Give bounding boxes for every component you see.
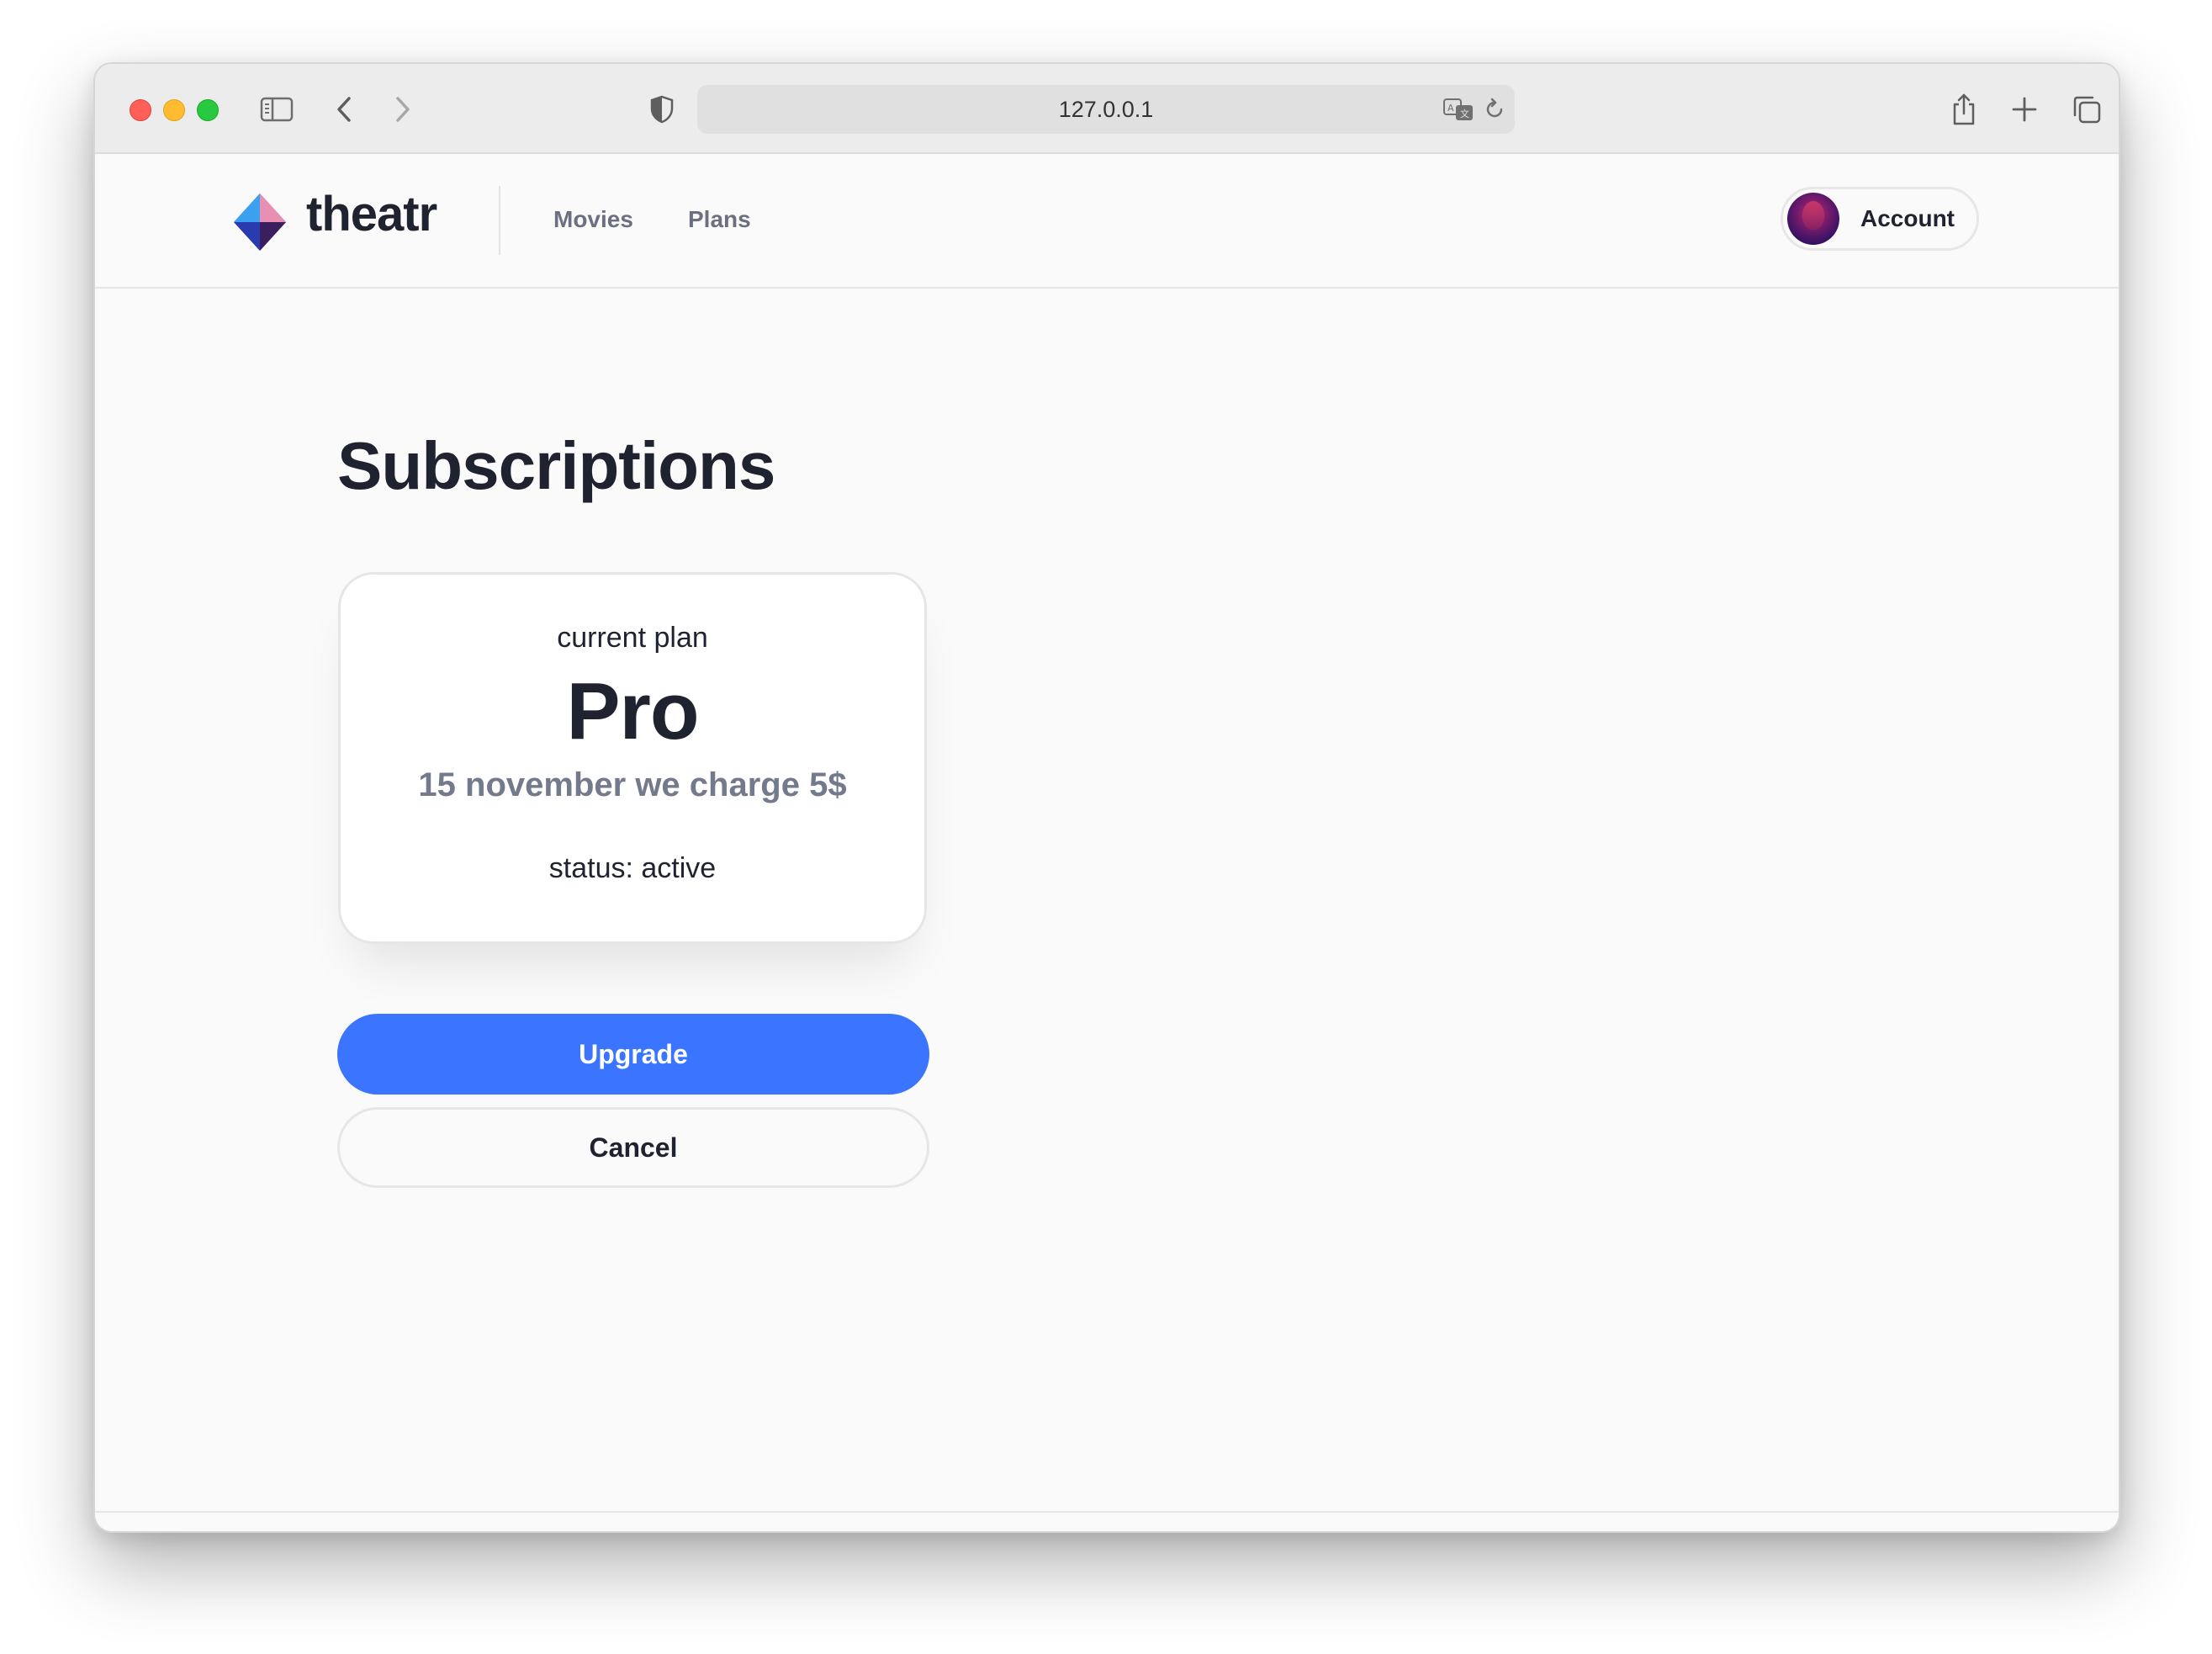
plan-charge-text: 15 november we charge 5$ — [418, 766, 847, 803]
nav-plans-link[interactable]: Plans — [688, 206, 751, 233]
shield-icon[interactable] — [643, 91, 680, 128]
page-title: Subscriptions — [337, 428, 775, 503]
minimize-window-button[interactable] — [163, 99, 185, 121]
footer-divider — [95, 1511, 2119, 1513]
zoom-window-button[interactable] — [197, 99, 219, 121]
share-icon[interactable] — [1945, 91, 1982, 128]
theatr-logo-icon[interactable] — [232, 192, 288, 252]
back-chevron-icon[interactable] — [325, 91, 362, 128]
browser-window: 127.0.0.1 A 文 theatr Movies Plans Accoun… — [93, 62, 2120, 1533]
account-button[interactable]: Account — [1781, 187, 1979, 251]
plan-name: Pro — [566, 666, 699, 756]
plan-caption: current plan — [557, 622, 708, 654]
address-bar[interactable]: 127.0.0.1 A 文 — [697, 85, 1515, 134]
avatar-face — [1802, 201, 1824, 230]
reload-icon[interactable] — [1476, 91, 1513, 128]
forward-chevron-icon[interactable] — [384, 91, 421, 128]
upgrade-button[interactable]: Upgrade — [337, 1014, 929, 1095]
current-plan-card: current plan Pro 15 november we charge 5… — [338, 572, 927, 944]
tabs-overview-icon[interactable] — [2068, 91, 2105, 128]
svg-text:文: 文 — [1460, 108, 1469, 119]
plan-status: status: active — [548, 852, 717, 884]
close-window-button[interactable] — [130, 99, 151, 121]
avatar — [1787, 193, 1839, 245]
brand-name[interactable]: theatr — [306, 186, 437, 242]
nav-divider — [499, 186, 500, 255]
account-label: Account — [1860, 205, 1955, 231]
site-header: theatr Movies Plans Account — [95, 154, 2119, 289]
url-text: 127.0.0.1 — [1058, 97, 1154, 122]
nav-movies-link[interactable]: Movies — [553, 206, 633, 233]
browser-toolbar: 127.0.0.1 A 文 — [95, 64, 2119, 154]
cancel-button[interactable]: Cancel — [337, 1107, 929, 1188]
translate-icon[interactable]: A 文 — [1441, 91, 1478, 128]
svg-text:A: A — [1447, 103, 1454, 114]
new-tab-plus-icon[interactable] — [2006, 91, 2043, 128]
sidebar-icon[interactable] — [258, 91, 295, 128]
